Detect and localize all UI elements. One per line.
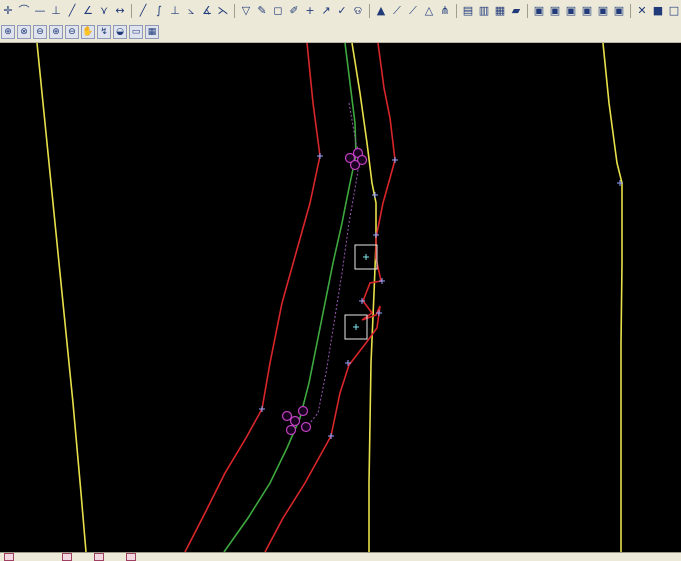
toolbar-separator [131,4,132,18]
regen-icon[interactable]: ↯ [97,25,111,39]
vertex-markers [259,153,623,439]
box-icon[interactable]: ◻ [271,3,285,19]
grip-cluster[interactable] [344,147,368,171]
filter-icon[interactable]: ▽ [239,3,253,19]
right-edge-line [602,43,623,552]
right-boundary-line [264,43,396,552]
perpendicular-icon[interactable]: ⊥ [49,3,63,19]
diag2-icon[interactable]: ⟋ [406,3,420,19]
toolbar-separator [527,4,528,18]
grid4-icon[interactable]: ▣ [580,3,594,19]
toolbar-separator [369,4,370,18]
triangle-icon[interactable]: △ [422,3,436,19]
slope-icon[interactable]: ⦣ [184,3,198,19]
left-edge-line [36,43,87,552]
zoom-window-icon[interactable]: ⊕ [1,25,15,39]
angle-icon[interactable]: ∠ [81,3,95,19]
zoom-previous-icon[interactable]: ⊖ [33,25,47,39]
properties-icon[interactable]: ▦ [145,25,159,39]
cross-icon[interactable]: + [303,3,317,19]
left-boundary-line [184,43,321,552]
layer-icon[interactable]: ◒ [113,25,127,39]
toolbar-separator [234,4,235,18]
toolbar-separator [456,4,457,18]
dash-icon[interactable]: ↔ [113,3,127,19]
perpendicular-icon[interactable]: ⊥ [168,3,182,19]
zoom-extents-icon[interactable]: ⊗ [17,25,31,39]
grip-cluster[interactable] [281,405,312,436]
snap-point-icon[interactable]: ✛ [1,3,15,19]
zoom-out-icon[interactable]: ⊖ [65,25,79,39]
diag-icon[interactable]: ⟋ [390,3,404,19]
profile2-icon[interactable]: ▥ [477,3,491,19]
named-view-icon[interactable]: ▭ [129,25,143,39]
zoom-in-icon[interactable]: ⊕ [49,25,63,39]
selection-box[interactable] [354,244,378,270]
pan-icon[interactable]: ✋ [81,25,95,39]
blue-box-icon[interactable]: ■ [651,3,665,19]
profile-icon[interactable]: ▤ [461,3,475,19]
line-icon[interactable]: ╱ [136,3,150,19]
pencil-icon[interactable]: ✎ [255,3,269,19]
grid2-icon[interactable]: ▣ [548,3,562,19]
curve-icon[interactable]: ∫ [152,3,166,19]
grid-icon[interactable]: ▣ [532,3,546,19]
toolbar-view: ⊕ ⊗ ⊖ ⊕ ⊖ ✋ ↯ ◒ ▭ ▦ [0,22,681,43]
line-h-icon[interactable]: — [33,3,47,19]
fork-icon[interactable]: ⋔ [438,3,452,19]
drawing-canvas[interactable] [0,43,681,552]
profile3-icon[interactable]: ▦ [493,3,507,19]
up-icon[interactable]: ▲ [374,3,388,19]
drawing-svg[interactable] [0,43,681,552]
spiral-icon[interactable]: ଡ [351,3,365,19]
toolbar-separator [630,4,631,18]
check-icon[interactable]: ✓ [335,3,349,19]
square-icon[interactable]: □ [667,3,681,19]
toolbar-top: ✛ ⌒ — ⊥ ╱ ∠ ⋎ ↔ ╱ ∫ ⊥ ⦣ ∡ ⋋ ▽ ✎ ◻ ✐ + ↗ ✓ ଡ ▲ ⟋ ⟋ △ ⋔ ▤ ▥ ▦ ▰ ▣ ▣ ▣ ▣ ▣ ▣ ✕ ■ □… [0,0,681,23]
arc-icon[interactable]: ⌒ [17,3,31,19]
angle-measure-icon[interactable]: ∡ [200,3,214,19]
grid6-icon[interactable]: ▣ [612,3,626,19]
grid5-icon[interactable]: ▣ [596,3,610,19]
line-arrow-icon[interactable]: ↗ [319,3,333,19]
tangent-icon[interactable]: ⋎ [97,3,111,19]
xml-icon[interactable]: ✕ [635,3,649,19]
centerline [223,43,357,552]
slash-icon[interactable]: ╱ [65,3,79,19]
folder-icon[interactable]: ▰ [509,3,523,19]
brush-icon[interactable]: ✐ [287,3,301,19]
grid3-icon[interactable]: ▣ [564,3,578,19]
vertex-icon[interactable]: ⋋ [216,3,230,19]
